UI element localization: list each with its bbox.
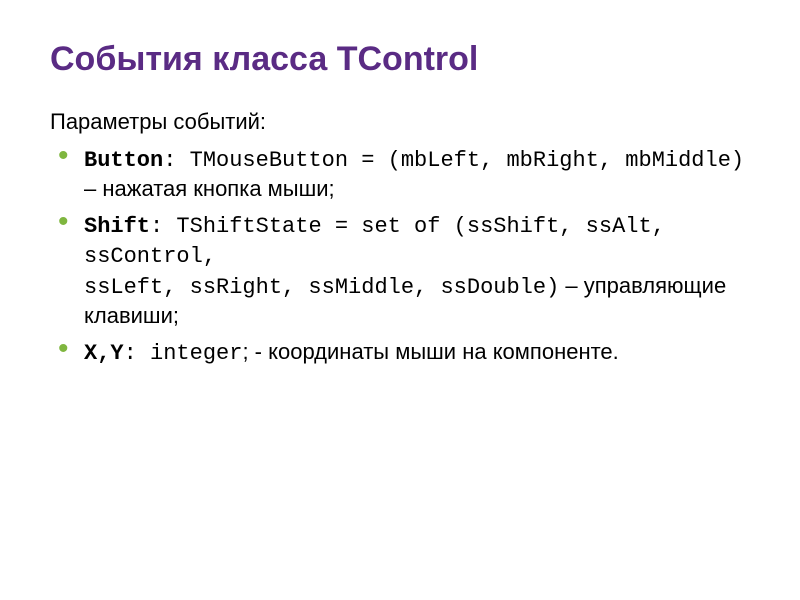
list-item: Shift: TShiftState = set of (ssShift, ss…	[84, 211, 750, 330]
param-code: : TMouseButton = (mbLeft, mbRight, mbMid…	[163, 148, 744, 173]
param-desc: ; - координаты мыши на компоненте.	[242, 339, 618, 364]
list-item: Button: TMouseButton = (mbLeft, mbRight,…	[84, 145, 750, 203]
slide-subtitle: Параметры событий:	[50, 109, 750, 135]
param-code: : integer	[124, 341, 243, 366]
param-desc: – нажатая кнопка мыши;	[84, 176, 335, 201]
list-item: X,Y: integer; - координаты мыши на компо…	[84, 338, 750, 368]
param-code: : TShiftState = set of (ssShift, ssAlt, …	[84, 214, 665, 269]
param-label: X,Y	[84, 341, 124, 366]
param-code-cont: ssLeft, ssRight, ssMiddle, ssDouble)	[84, 275, 559, 300]
param-label: Shift	[84, 214, 150, 239]
param-label: Button	[84, 148, 163, 173]
slide-title: События класса TControl	[50, 40, 750, 79]
bullet-list: Button: TMouseButton = (mbLeft, mbRight,…	[50, 145, 750, 368]
slide: События класса TControl Параметры событи…	[0, 0, 800, 406]
